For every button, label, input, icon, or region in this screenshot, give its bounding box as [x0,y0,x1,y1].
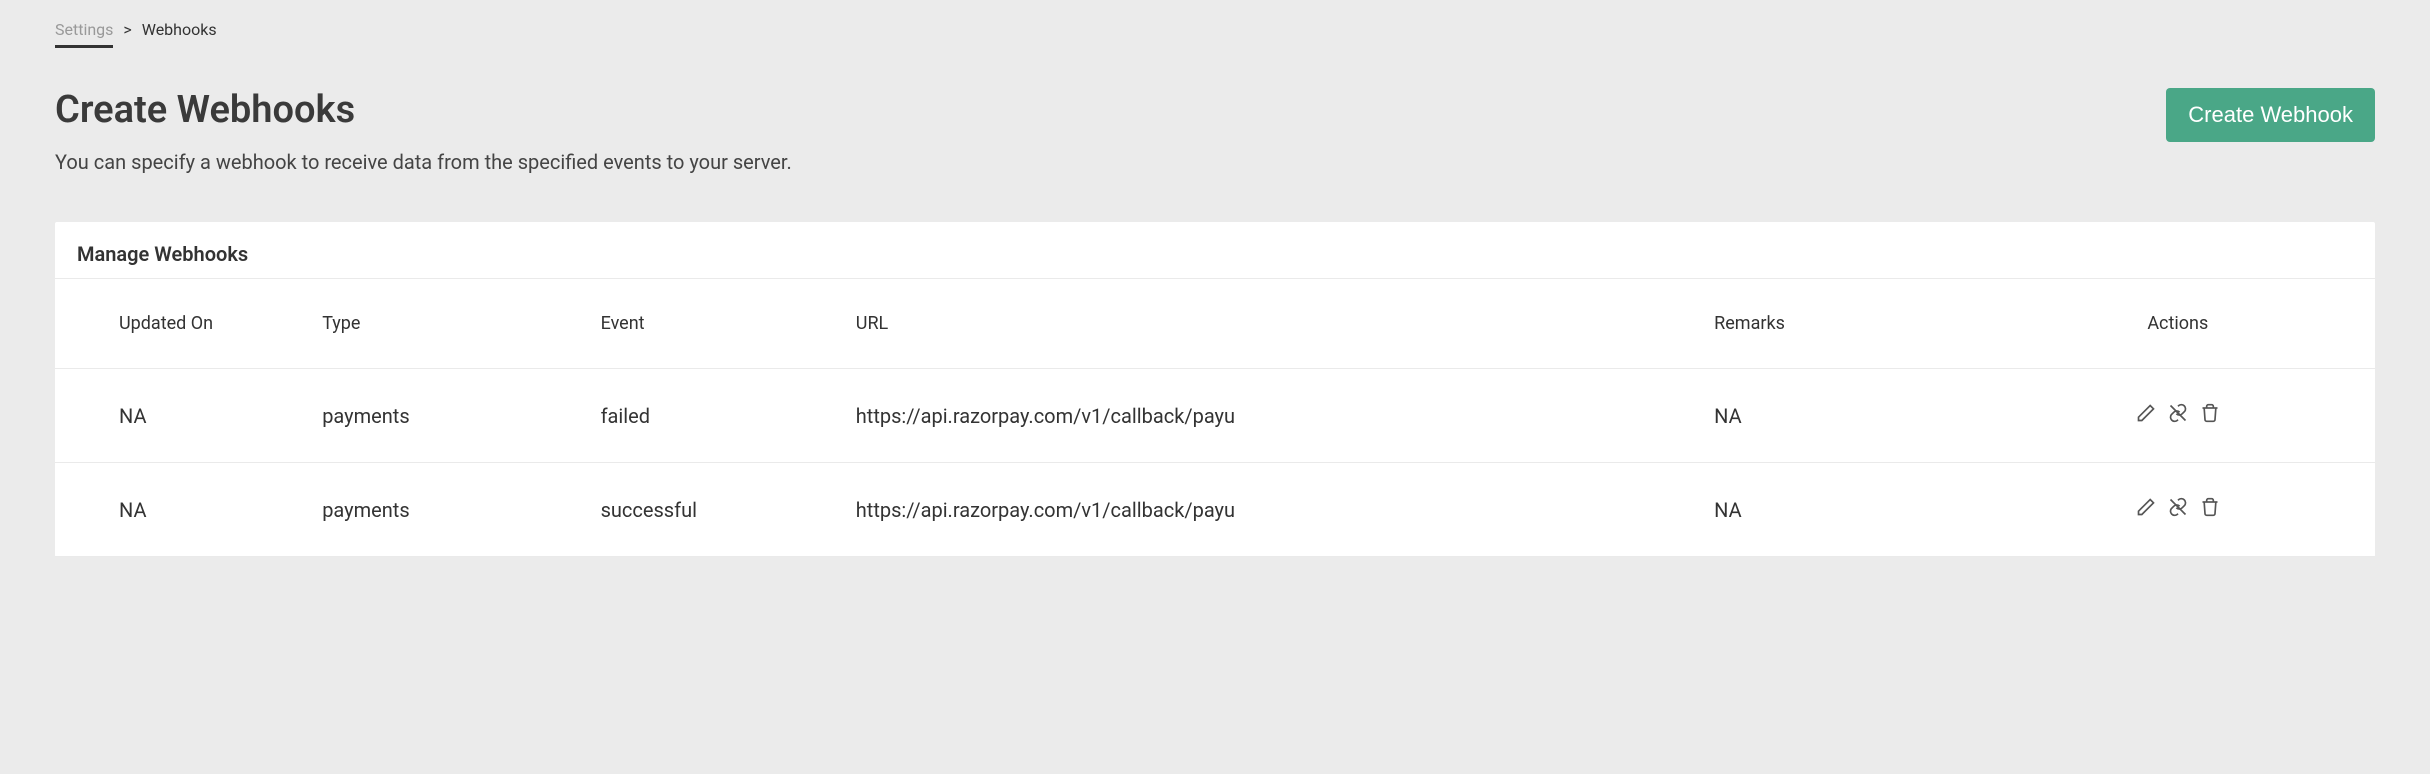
unlink-icon[interactable] [2168,403,2188,423]
cell-type: payments [310,463,588,557]
edit-icon[interactable] [2136,497,2156,517]
breadcrumb-current: Webhooks [142,20,217,39]
header-type: Type [310,279,588,369]
header-updated-on: Updated On [55,279,310,369]
edit-icon[interactable] [2136,403,2156,423]
table-row: NA payments successful https://api.razor… [55,463,2375,557]
breadcrumb-settings-link[interactable]: Settings [55,20,113,48]
cell-url: https://api.razorpay.com/v1/callback/pay… [844,369,1702,463]
webhooks-table: Updated On Type Event URL Remarks Action… [55,279,2375,557]
header-event: Event [589,279,844,369]
card-title: Manage Webhooks [55,222,2375,279]
cell-updated-on: NA [55,369,310,463]
cell-event: successful [589,463,844,557]
cell-updated-on: NA [55,463,310,557]
header-url: URL [844,279,1702,369]
cell-actions [1981,463,2375,557]
delete-icon[interactable] [2200,497,2220,517]
unlink-icon[interactable] [2168,497,2188,517]
cell-remarks: NA [1702,463,1980,557]
cell-remarks: NA [1702,369,1980,463]
header-actions: Actions [1981,279,2375,369]
page-subtitle: You can specify a webhook to receive dat… [55,150,792,174]
table-header-row: Updated On Type Event URL Remarks Action… [55,279,2375,369]
breadcrumb-separator: > [123,20,131,39]
header-remarks: Remarks [1702,279,1980,369]
create-webhook-button[interactable]: Create Webhook [2166,88,2375,142]
delete-icon[interactable] [2200,403,2220,423]
cell-actions [1981,369,2375,463]
cell-event: failed [589,369,844,463]
page-title: Create Webhooks [55,88,792,132]
webhooks-card: Manage Webhooks Updated On Type Event UR… [55,222,2375,557]
table-row: NA payments failed https://api.razorpay.… [55,369,2375,463]
cell-url: https://api.razorpay.com/v1/callback/pay… [844,463,1702,557]
breadcrumb: Settings > Webhooks [55,20,2375,48]
cell-type: payments [310,369,588,463]
